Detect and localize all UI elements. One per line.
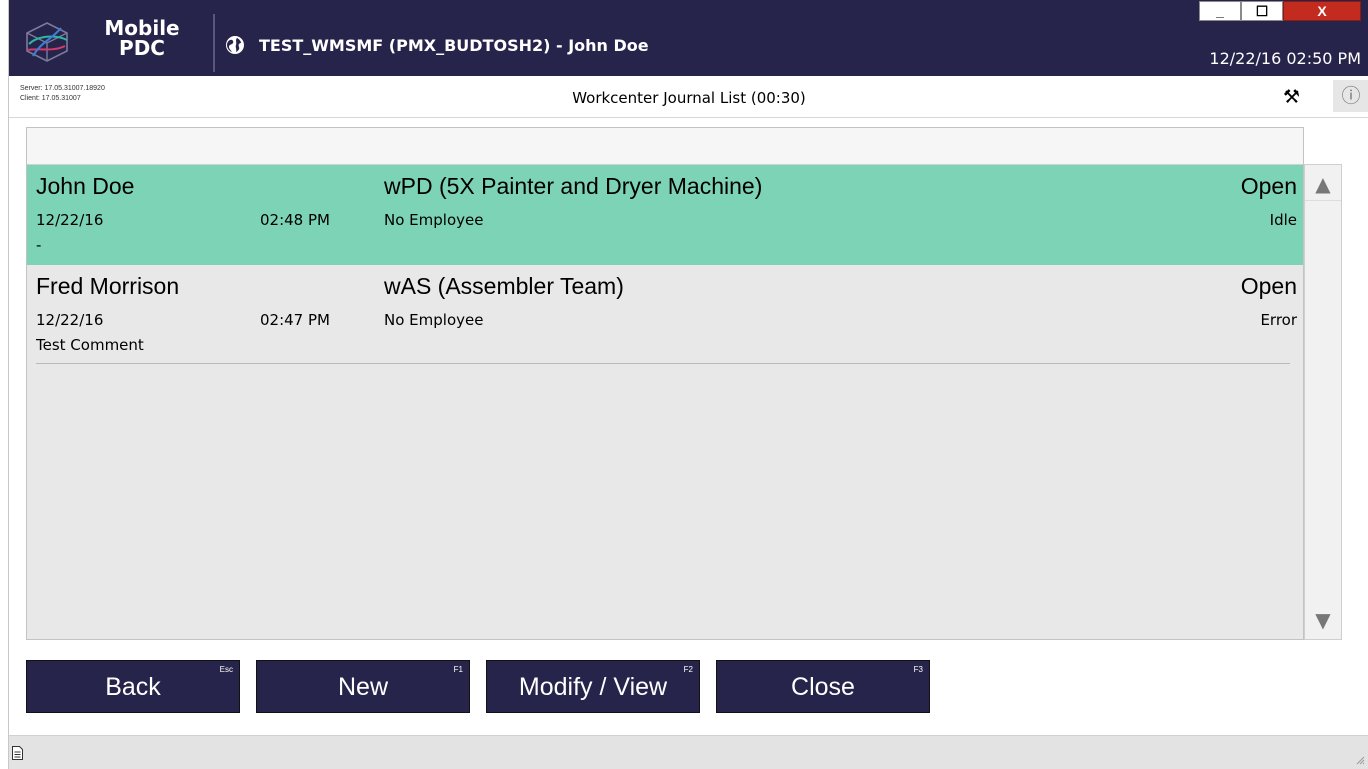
row-comment: - — [36, 236, 42, 254]
app-name-line2: PDC — [119, 36, 165, 60]
close-button[interactable]: Close F3 — [716, 660, 930, 713]
row-substatus: Error — [1260, 311, 1297, 329]
app-window: Mobile PDC TEST_WMSMF (PMX_BUDTOSH2) - J… — [8, 0, 1368, 769]
row-time: 02:47 PM — [260, 311, 330, 329]
scroll-down-icon[interactable]: ▼ — [1305, 603, 1341, 637]
app-name-line1: Mobile — [104, 16, 180, 40]
info-icon[interactable]: ⓘ — [1333, 80, 1368, 112]
row-date: 12/22/16 — [36, 211, 104, 229]
list-header — [27, 128, 1303, 165]
row-divider — [36, 363, 1290, 364]
journal-row[interactable]: John Doe 12/22/16 02:48 PM - wPD (5X Pai… — [27, 165, 1303, 265]
datetime: 12/22/16 02:50 PM — [1209, 49, 1361, 68]
row-workcenter: wPD (5X Painter and Dryer Machine) — [384, 173, 763, 199]
row-status: Open — [1240, 173, 1297, 199]
new-hotkey: F1 — [453, 665, 463, 674]
list-scrollbar[interactable]: ▲ ▼ — [1304, 164, 1342, 640]
row-comment: Test Comment — [36, 336, 144, 354]
row-employee: John Doe — [36, 173, 135, 199]
row-workcenter-employee: No Employee — [384, 211, 484, 229]
new-button-label: New — [337, 673, 388, 701]
window-title: TEST_WMSMF (PMX_BUDTOSH2) - John Doe — [259, 36, 649, 55]
maximize-button[interactable]: ☐ — [1241, 1, 1283, 21]
modify-view-button[interactable]: Modify / View F2 — [486, 660, 700, 713]
row-date: 12/22/16 — [36, 311, 104, 329]
close-window-button[interactable]: X — [1283, 1, 1361, 21]
page-title: Workcenter Journal List (00:30) — [572, 89, 806, 107]
document-icon[interactable] — [12, 746, 23, 760]
close-hotkey: F3 — [913, 665, 923, 674]
row-workcenter-employee: No Employee — [384, 311, 484, 329]
title-bar: Mobile PDC TEST_WMSMF (PMX_BUDTOSH2) - J… — [9, 0, 1368, 76]
modify-hotkey: F2 — [683, 665, 693, 674]
row-time: 02:48 PM — [260, 211, 330, 229]
journal-list: John Doe 12/22/16 02:48 PM - wPD (5X Pai… — [26, 127, 1304, 640]
info-row: Server: 17.05.31007.18920 Client: 17.05.… — [9, 76, 1368, 118]
back-button[interactable]: Back Esc — [26, 660, 240, 713]
mobile-pdc-logo-icon — [26, 22, 68, 62]
row-employee: Fred Morrison — [36, 273, 180, 299]
tools-icon[interactable]: ⚒ — [1283, 86, 1300, 108]
back-hotkey: Esc — [219, 665, 233, 674]
title-separator — [213, 14, 215, 72]
status-bar — [9, 735, 1368, 769]
row-status: Open — [1240, 273, 1297, 299]
minimize-button[interactable]: _ — [1199, 1, 1241, 21]
row-workcenter: wAS (Assembler Team) — [384, 273, 624, 299]
resize-grip-icon[interactable] — [1355, 755, 1365, 765]
app-name: Mobile PDC — [97, 18, 187, 58]
new-button[interactable]: New F1 — [256, 660, 470, 713]
globe-icon — [226, 36, 244, 54]
close-button-label: Close — [791, 673, 855, 701]
back-button-label: Back — [105, 673, 161, 701]
row-substatus: Idle — [1269, 211, 1297, 229]
journal-row[interactable]: Fred Morrison 12/22/16 02:47 PM Test Com… — [27, 265, 1303, 365]
scroll-up-icon[interactable]: ▲ — [1305, 167, 1341, 201]
modify-button-label: Modify / View — [518, 673, 668, 701]
